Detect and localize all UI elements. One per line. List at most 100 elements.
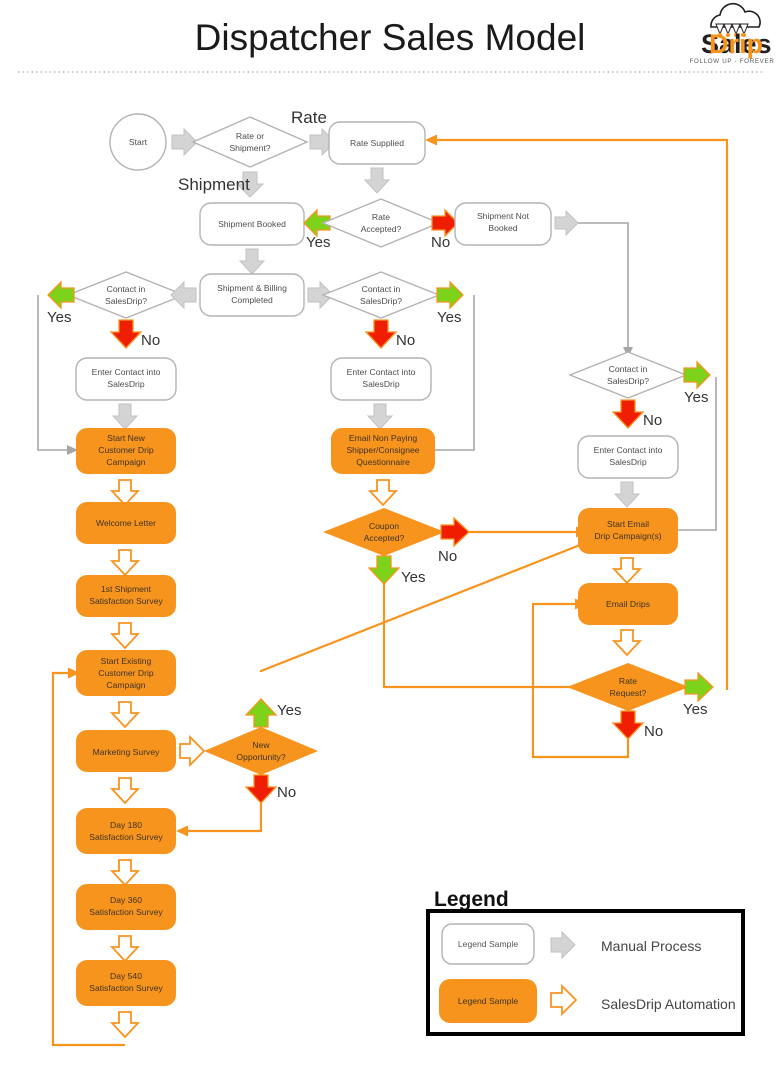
node-email-drips[interactable]: Email Drips: [578, 583, 678, 625]
email-nonpaying-label-3: Questionnaire: [356, 457, 410, 467]
arrow-shipment-not-booked-out: [554, 209, 579, 237]
arrow-welcome-letter-to-first-shipment: [109, 549, 141, 577]
contact-mid-label-1: Contact in: [362, 284, 401, 294]
email-nonpaying-label-2: Shipper/Consignee: [346, 445, 419, 455]
logo-tagline: FOLLOW UP - FOREVER: [689, 58, 774, 65]
shipment-billing-label-1: Shipment & Billing: [217, 283, 287, 293]
arrow-rate-accepted-no: [431, 208, 459, 238]
node-rate-request[interactable]: Rate Request?: [567, 663, 689, 711]
start-label: Start: [129, 137, 148, 147]
page-title: Dispatcher Sales Model: [195, 17, 586, 58]
enter-contact-mid-label-1: Enter Contact into: [347, 367, 416, 377]
arrow-contact-mid-no: [364, 319, 398, 349]
node-email-non-paying-questionnaire[interactable]: Email Non Paying Shipper/Consignee Quest…: [331, 428, 435, 474]
rate-accepted-diamond[interactable]: [321, 198, 441, 248]
edge-label-no-new-opp: No: [277, 784, 296, 801]
rate-request-diamond[interactable]: [567, 663, 689, 711]
enter-contact-right-label-1: Enter Contact into: [594, 445, 663, 455]
new-opp-label-1: New: [252, 740, 270, 750]
edge-label-yes-new-opp: Yes: [277, 702, 301, 719]
edge-shipment-not-booked-to-contact-right: [578, 222, 629, 348]
edge-label-yes-contact-mid: Yes: [437, 309, 461, 326]
contact-mid-diamond[interactable]: [321, 271, 441, 319]
arrow-shipment-billing-to-contact-left: [170, 280, 197, 310]
day360-label-1: Day 360: [110, 895, 142, 905]
node-marketing-survey[interactable]: Marketing Survey: [76, 730, 176, 772]
contact-mid-label-2: SalesDrip?: [360, 296, 402, 306]
node-start[interactable]: Start: [109, 113, 167, 171]
edge-label-no-contact-right: No: [643, 412, 662, 429]
legend-automation-text: SalesDrip Automation: [601, 996, 736, 1012]
node-shipment-not-booked[interactable]: Shipment Not Booked: [454, 202, 552, 246]
start-existing-label-3: Campaign: [106, 680, 145, 690]
node-enter-contact-right[interactable]: Enter Contact into SalesDrip: [577, 435, 679, 479]
day180-box[interactable]: [76, 808, 176, 854]
rate-supplied-label: Rate Supplied: [350, 138, 404, 148]
edge-label-yes-contact-left: Yes: [47, 309, 71, 326]
welcome-letter-label: Welcome Letter: [96, 518, 156, 528]
rate-accepted-label-2: Accepted?: [361, 224, 402, 234]
node-rate-accepted[interactable]: Rate Accepted?: [321, 198, 441, 248]
rate-accepted-label-1: Rate: [372, 212, 390, 222]
email-nonpaying-label-1: Email Non Paying: [349, 433, 418, 443]
start-new-label-1: Start New: [107, 433, 146, 443]
contact-right-diamond[interactable]: [568, 351, 688, 399]
flowchart-page: Dispatcher Sales Model Sales Drip FOLLOW…: [0, 0, 780, 1080]
node-rate-or-shipment[interactable]: Rate or Shipment?: [191, 116, 309, 168]
arrow-enter-contact-left-to-start-new: [111, 403, 139, 430]
start-new-label-2: Customer Drip: [98, 445, 154, 455]
node-contact-in-salesdrip-mid[interactable]: Contact in SalesDrip?: [321, 271, 441, 319]
contact-left-diamond[interactable]: [66, 271, 186, 319]
node-contact-in-salesdrip-left[interactable]: Contact in SalesDrip?: [66, 271, 186, 319]
email-drips-label: Email Drips: [606, 599, 650, 609]
edge-new-opportunity-no-to-day180: [187, 800, 263, 833]
arrow-shipment-booked-to-shipment-billing: [238, 248, 266, 275]
node-day-180-satisfaction-survey[interactable]: Day 180 Satisfaction Survey: [76, 808, 176, 854]
coupon-label-1: Coupon: [369, 521, 399, 531]
arrow-start-email-drip-to-email-drips: [611, 557, 643, 585]
marketing-survey-label: Marketing Survey: [93, 747, 161, 757]
node-start-new-customer-drip-campaign[interactable]: Start New Customer Drip Campaign: [76, 428, 176, 474]
edge-label-no-contact-left: No: [141, 332, 160, 349]
arrowhead-day180-in: [176, 825, 188, 837]
edge-label-no-contact-mid: No: [396, 332, 415, 349]
edge-new-opportunity-yes: [259, 541, 586, 673]
contact-left-label-2: SalesDrip?: [105, 296, 147, 306]
rate-or-shipment-diamond[interactable]: [191, 116, 309, 168]
node-start-email-drip-campaigns[interactable]: Start Email Drip Campaign(s): [578, 508, 678, 554]
node-start-existing-customer-drip-campaign[interactable]: Start Existing Customer Drip Campaign: [76, 650, 176, 696]
shipment-booked-label: Shipment Booked: [218, 219, 286, 229]
arrow-coupon-yes: [367, 555, 401, 585]
arrow-contact-mid-yes: [436, 280, 464, 310]
rate-or-shipment-label-2: Shipment?: [229, 143, 270, 153]
node-coupon-accepted[interactable]: Coupon Accepted?: [323, 508, 445, 556]
node-enter-contact-mid[interactable]: Enter Contact into SalesDrip: [330, 357, 432, 401]
arrow-email-nonpaying-to-coupon: [367, 479, 399, 507]
rate-request-label-2: Request?: [610, 688, 647, 698]
legend-title: Legend: [434, 888, 509, 911]
node-first-shipment-satisfaction-survey[interactable]: 1st Shipment Satisfaction Survey: [76, 575, 176, 617]
arrow-marketing-survey-to-day180: [109, 777, 141, 805]
contact-right-label-1: Contact in: [609, 364, 648, 374]
node-day-360-satisfaction-survey[interactable]: Day 360 Satisfaction Survey: [76, 884, 176, 930]
node-enter-contact-left[interactable]: Enter Contact into SalesDrip: [75, 357, 177, 401]
arrow-email-drips-to-rate-request: [611, 629, 643, 657]
first-shipment-label-1: 1st Shipment: [101, 584, 152, 594]
node-shipment-booked[interactable]: Shipment Booked: [199, 202, 305, 246]
start-existing-label-2: Customer Drip: [98, 668, 154, 678]
rate-request-label-1: Rate: [619, 676, 637, 686]
arrow-marketing-survey-to-new-opportunity: [179, 734, 206, 768]
node-new-opportunity[interactable]: New Opportunity?: [204, 727, 318, 775]
arrow-first-shipment-to-start-existing: [109, 622, 141, 650]
node-day-540-satisfaction-survey[interactable]: Day 540 Satisfaction Survey: [76, 960, 176, 1006]
start-existing-label-1: Start Existing: [101, 656, 152, 666]
node-welcome-letter[interactable]: Welcome Letter: [76, 502, 176, 544]
node-rate-supplied[interactable]: Rate Supplied: [328, 121, 426, 165]
node-shipment-billing-completed[interactable]: Shipment & Billing Completed: [199, 273, 305, 317]
new-opportunity-diamond[interactable]: [204, 727, 318, 775]
edge-label-yes-rate-request: Yes: [683, 701, 707, 718]
arrowhead-rate-supplied-in: [425, 134, 437, 146]
arrow-rate-request-no: [611, 710, 645, 740]
node-contact-in-salesdrip-right[interactable]: Contact in SalesDrip?: [568, 351, 688, 399]
coupon-accepted-diamond[interactable]: [323, 508, 445, 556]
